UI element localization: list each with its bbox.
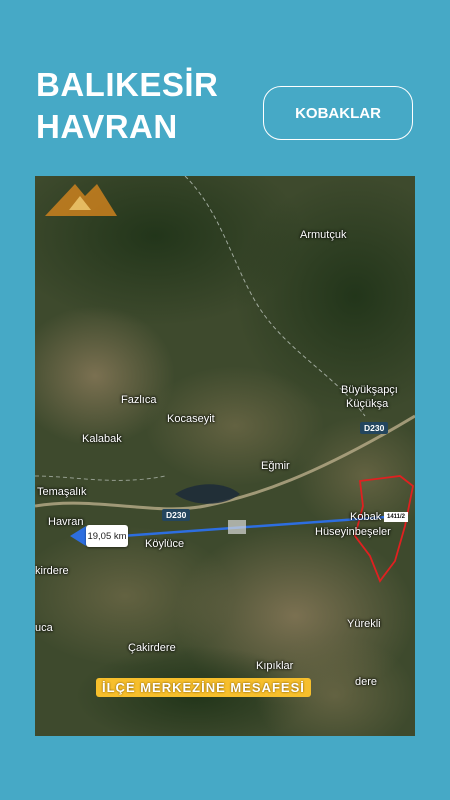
place-label: Kalabak <box>82 433 122 445</box>
place-label: Eğmir <box>261 460 290 472</box>
place-label: Kobak <box>350 511 382 523</box>
place-label: uca <box>35 622 53 634</box>
place-label: kirdere <box>35 565 69 577</box>
page-title: BALIKESİR HAVRAN <box>36 64 218 148</box>
title-district: HAVRAN <box>36 108 178 145</box>
place-label: Armutçuk <box>300 229 347 241</box>
route-start-arrow-icon <box>70 526 86 546</box>
place-label: Küçükşa <box>346 398 389 410</box>
title-province: BALIKESİR <box>36 66 219 103</box>
road-badge: D230 <box>360 422 389 434</box>
kobaklar-button[interactable]: KOBAKLAR <box>263 86 413 140</box>
road-badge: D230 <box>162 509 191 521</box>
place-label: Kıpıklar <box>256 660 294 672</box>
place-label: dere <box>355 676 378 688</box>
place-label: Çakirdere <box>128 642 176 654</box>
place-label: Temaşalık <box>37 486 87 498</box>
satellite-map[interactable]: Armutçuk Fazlıca Kocaseyit Büyükşapçı Kü… <box>35 176 415 736</box>
place-label: Kocaseyit <box>167 413 215 425</box>
watermark-logo <box>45 184 117 216</box>
route-end-badge: 1411/2 <box>384 512 408 522</box>
place-label: Köylüce <box>145 538 185 550</box>
place-label: Yürekli <box>347 618 381 630</box>
place-label: Fazlıca <box>121 394 157 406</box>
distance-label: 19,05 km <box>86 525 128 547</box>
map-terrain <box>35 176 415 736</box>
place-label: Büyükşapçı <box>341 384 398 396</box>
place-label: Hüseyinbeşeler <box>315 526 391 538</box>
distance-caption: İLÇE MERKEZİNE MESAFESİ <box>96 678 311 697</box>
